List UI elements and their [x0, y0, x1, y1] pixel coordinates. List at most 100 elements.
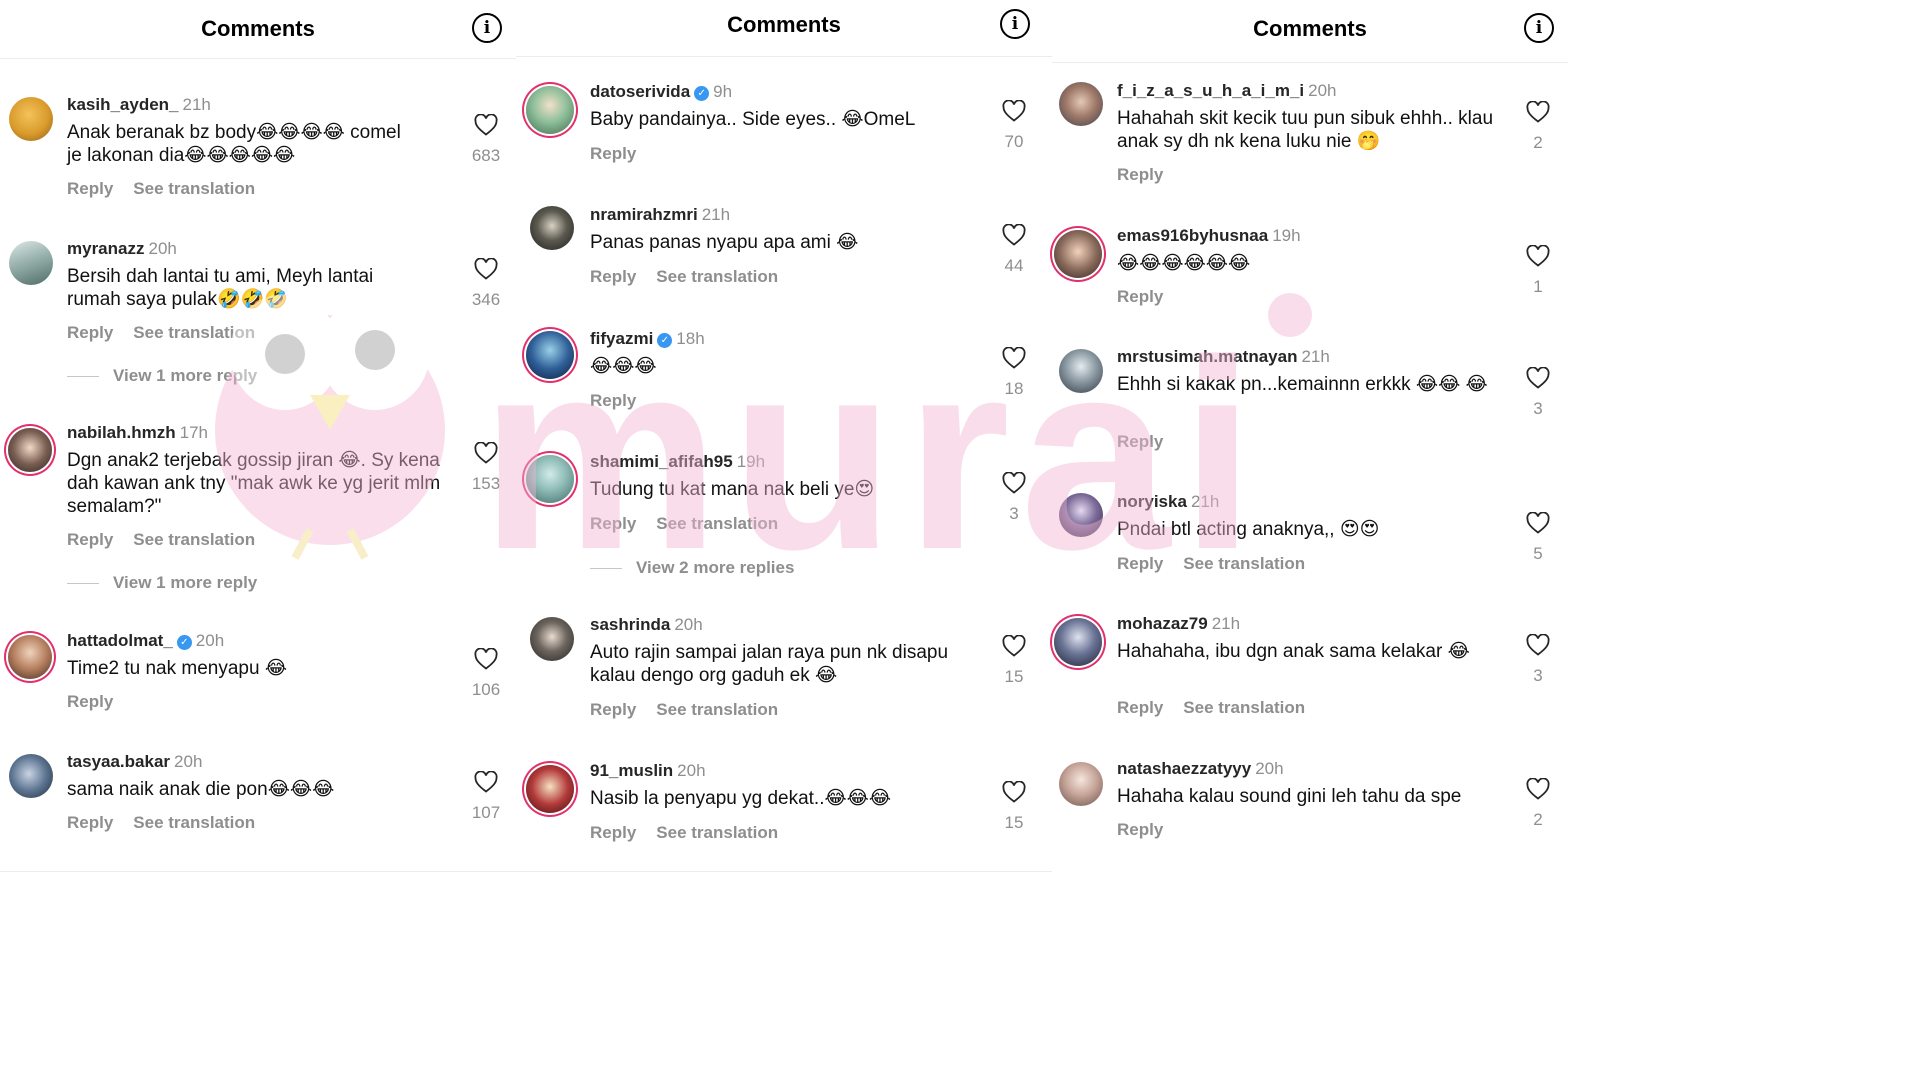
reply-button[interactable]: Reply	[67, 692, 113, 711]
reply-button[interactable]: Reply	[590, 391, 636, 410]
avatar[interactable]	[1059, 493, 1103, 537]
username[interactable]: emas916byhusnaa	[1117, 226, 1268, 245]
see-translation-button[interactable]: See translation	[133, 530, 255, 549]
avatar[interactable]	[1059, 762, 1103, 806]
reply-button[interactable]: Reply	[1117, 820, 1163, 839]
username[interactable]: nramirahzmri	[590, 205, 698, 224]
heart-icon[interactable]	[1002, 224, 1026, 246]
comments-header: Comments i	[516, 0, 1052, 57]
see-translation-button[interactable]: See translation	[133, 323, 255, 342]
username[interactable]: sashrinda	[590, 615, 670, 634]
info-icon[interactable]: i	[472, 13, 502, 43]
username[interactable]: datoserivida	[590, 82, 690, 101]
see-translation-button[interactable]: See translation	[656, 700, 778, 719]
avatar[interactable]	[8, 635, 52, 679]
heart-icon[interactable]	[474, 442, 498, 464]
username[interactable]: fifyazmi	[590, 329, 653, 348]
avatar[interactable]	[526, 455, 574, 503]
info-icon[interactable]: i	[1000, 9, 1030, 39]
like-control: 15	[994, 781, 1034, 833]
heart-icon[interactable]	[1002, 635, 1026, 657]
see-translation-button[interactable]: See translation	[656, 514, 778, 533]
reply-button[interactable]: Reply	[590, 144, 636, 163]
avatar[interactable]	[1059, 82, 1103, 126]
reply-button[interactable]: Reply	[1117, 287, 1163, 306]
reply-button[interactable]: Reply	[590, 267, 636, 286]
comments-title: Comments	[201, 16, 315, 41]
heart-icon[interactable]	[474, 771, 498, 793]
username[interactable]: noryiska	[1117, 492, 1187, 511]
heart-icon[interactable]	[1526, 245, 1550, 267]
avatar[interactable]	[530, 617, 574, 661]
heart-icon[interactable]	[474, 648, 498, 670]
heart-icon[interactable]	[1526, 367, 1550, 389]
comment-user-line: datoserivida ✓ 9h	[590, 82, 732, 102]
heart-icon[interactable]	[1526, 634, 1550, 656]
like-count: 15	[1004, 813, 1024, 832]
avatar[interactable]	[530, 206, 574, 250]
reply-button[interactable]: Reply	[1117, 165, 1163, 184]
username[interactable]: hattadolmat_	[67, 631, 173, 650]
reply-button[interactable]: Reply	[67, 813, 113, 832]
view-more-replies[interactable]: View 2 more replies	[590, 558, 794, 578]
username[interactable]: myranazz	[67, 239, 144, 258]
comment-actions: Reply See translation	[1117, 698, 1305, 718]
username[interactable]: mrstusimah.matnayan	[1117, 347, 1297, 366]
see-translation-button[interactable]: See translation	[656, 823, 778, 842]
avatar[interactable]	[9, 241, 53, 285]
reply-button[interactable]: Reply	[1117, 554, 1163, 573]
comment-user-line: sashrinda 20h	[590, 615, 703, 635]
reply-button[interactable]: Reply	[590, 700, 636, 719]
comment-text: Tudung tu kat mana nak beli ye😍	[590, 479, 875, 500]
see-translation-button[interactable]: See translation	[133, 813, 255, 832]
avatar[interactable]	[526, 86, 574, 134]
username[interactable]: natashaezzatyyy	[1117, 759, 1251, 778]
comment-actions: Reply See translation	[590, 267, 778, 287]
avatar[interactable]	[526, 765, 574, 813]
info-icon[interactable]: i	[1524, 13, 1554, 43]
see-translation-button[interactable]: See translation	[1183, 698, 1305, 717]
comment-text: Pndai btl acting anaknya,, 😍😍	[1117, 519, 1380, 540]
heart-icon[interactable]	[474, 258, 498, 280]
username[interactable]: kasih_ayden_	[67, 95, 179, 114]
username[interactable]: shamimi_afifah95	[590, 452, 733, 471]
reply-button[interactable]: Reply	[1117, 698, 1163, 717]
heart-icon[interactable]	[1526, 101, 1550, 123]
view-more-replies[interactable]: View 1 more reply	[67, 573, 257, 593]
reply-button[interactable]: Reply	[1117, 432, 1163, 451]
avatar[interactable]	[1059, 349, 1103, 393]
timestamp: 21h	[1301, 347, 1330, 366]
reply-button[interactable]: Reply	[67, 530, 113, 549]
avatar[interactable]	[1054, 230, 1102, 278]
avatar[interactable]	[9, 97, 53, 141]
avatar[interactable]	[8, 428, 52, 472]
username[interactable]: 91_muslin	[590, 761, 673, 780]
comment-user-line: shamimi_afifah95 19h	[590, 452, 765, 472]
username[interactable]: f_i_z_a_s_u_h_a_i_m_i	[1117, 81, 1304, 100]
reply-button[interactable]: Reply	[590, 514, 636, 533]
heart-icon[interactable]	[1002, 347, 1026, 369]
reply-button[interactable]: Reply	[67, 179, 113, 198]
username[interactable]: mohazaz79	[1117, 614, 1208, 633]
heart-icon[interactable]	[1002, 472, 1026, 494]
like-control: 3	[1518, 367, 1558, 419]
heart-icon[interactable]	[1526, 512, 1550, 534]
avatar[interactable]	[526, 331, 574, 379]
heart-icon[interactable]	[1526, 778, 1550, 800]
username[interactable]: tasyaa.bakar	[67, 752, 170, 771]
reply-button[interactable]: Reply	[67, 323, 113, 342]
see-translation-button[interactable]: See translation	[656, 267, 778, 286]
see-translation-button[interactable]: See translation	[1183, 554, 1305, 573]
heart-icon[interactable]	[474, 114, 498, 136]
reply-button[interactable]: Reply	[590, 823, 636, 842]
heart-icon[interactable]	[1002, 100, 1026, 122]
comments-panel-3: Comments i f_i_z_a_s_u_h_a_i_m_i 20h Haha…	[1052, 0, 1568, 878]
avatar[interactable]	[9, 754, 53, 798]
like-count: 3	[1533, 399, 1543, 418]
username[interactable]: nabilah.hmzh	[67, 423, 176, 442]
view-more-replies[interactable]: View 1 more reply	[67, 366, 257, 386]
heart-icon[interactable]	[1002, 781, 1026, 803]
see-translation-button[interactable]: See translation	[133, 179, 255, 198]
avatar[interactable]	[1054, 618, 1102, 666]
like-control: 3	[1518, 634, 1558, 686]
